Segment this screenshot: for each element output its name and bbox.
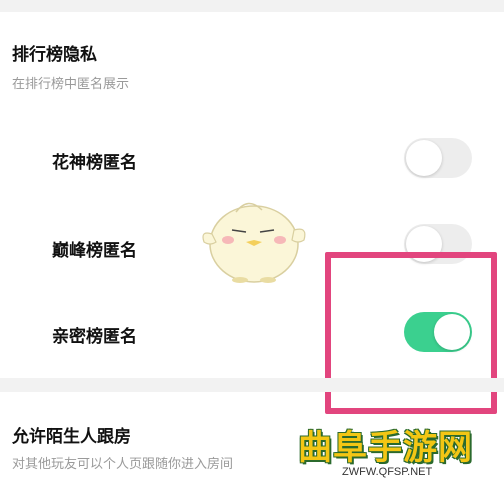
section-divider (0, 378, 504, 392)
peak-rank-anonymous-label: 巅峰榜匿名 (52, 241, 137, 261)
ranking-privacy-subtitle: 在排行榜中匿名展示 (12, 77, 130, 92)
allow-stranger-follow-title: 允许陌生人跟房 (12, 427, 131, 447)
toggle-knob (406, 140, 442, 176)
watermark-url: ZWFW.QFSP.NET (342, 466, 433, 478)
ranking-privacy-title: 排行榜隐私 (12, 45, 97, 65)
intimate-rank-anonymous-label: 亲密榜匿名 (52, 327, 137, 347)
flower-rank-anonymous-label: 花神榜匿名 (52, 153, 137, 173)
flower-rank-anonymous-toggle[interactable] (404, 138, 472, 178)
top-separator (0, 0, 504, 12)
allow-stranger-follow-subtitle: 对其他玩友可以个人页跟随你进入房间 (12, 457, 234, 472)
mascot-sticker (202, 202, 306, 283)
watermark-logo-text: 曲阜手游网 (298, 428, 473, 468)
